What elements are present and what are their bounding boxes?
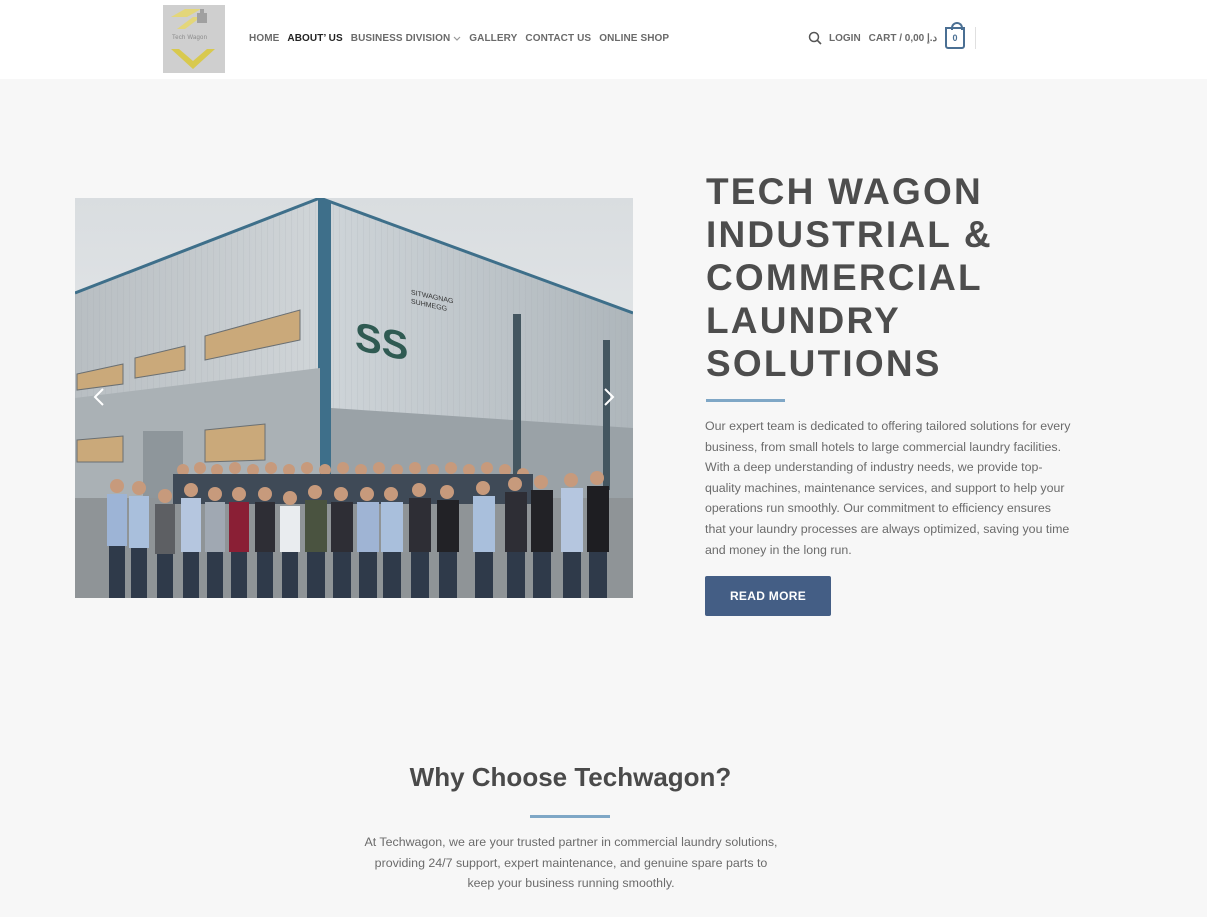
chevron-down-icon: [453, 36, 461, 41]
logo-text: Tech Wagon: [172, 35, 208, 41]
hero-slider-image[interactable]: SS SITWAGNAG SUHMEGG: [75, 198, 633, 598]
nav-about-label: ABOUT’ US: [287, 33, 343, 44]
why-choose-text: At Techwagon, we are your trusted partne…: [364, 835, 778, 891]
hero-title: TECH WAGON INDUSTRIAL & COMMERCIAL LAUND…: [706, 171, 993, 384]
header-divider: [975, 27, 977, 49]
nav-business-label: BUSINESS DIVISION: [350, 33, 451, 44]
site-logo[interactable]: Tech Wagon: [163, 5, 225, 73]
why-underline: [530, 815, 610, 818]
cart-count: 0: [952, 33, 958, 43]
cart-icon[interactable]: 0: [945, 22, 966, 49]
read-more-button[interactable]: READ MORE: [705, 576, 831, 616]
cart-link[interactable]: CART / د.إ 0,00: [869, 33, 937, 44]
header-actions: LOGIN CART / د.إ 0,00 0: [808, 22, 977, 49]
nav-online-shop[interactable]: ONLINE SHOP: [599, 33, 669, 44]
main-nav: HOME ABOUT’ US BUSINESS DIVISION GALLERY…: [249, 33, 677, 44]
slider-next-icon[interactable]: [602, 385, 616, 409]
nav-business-division[interactable]: BUSINESS DIVISION: [351, 33, 462, 44]
nav-gallery-label: GALLERY: [469, 33, 518, 44]
login-link[interactable]: LOGIN: [829, 33, 861, 44]
nav-contact-label: CONTACT US: [525, 33, 592, 44]
nav-online-shop-label: ONLINE SHOP: [599, 33, 670, 44]
slider-prev-icon[interactable]: [92, 385, 106, 409]
nav-gallery[interactable]: GALLERY: [469, 33, 517, 44]
nav-home-label: HOME: [249, 33, 280, 44]
site-header: Tech Wagon HOME ABOUT’ US BUSINESS DIVIS…: [0, 0, 1207, 79]
nav-contact[interactable]: CONTACT US: [525, 33, 591, 44]
nav-home[interactable]: HOME: [249, 33, 279, 44]
hero-photo: SS SITWAGNAG SUHMEGG: [75, 198, 633, 598]
title-underline: [706, 399, 785, 402]
nav-about[interactable]: ABOUT’ US: [287, 33, 342, 44]
hero-description: Our expert team is dedicated to offering…: [705, 419, 1071, 557]
search-icon[interactable]: [808, 31, 822, 45]
why-choose-title: Why Choose Techwagon?: [409, 762, 732, 792]
